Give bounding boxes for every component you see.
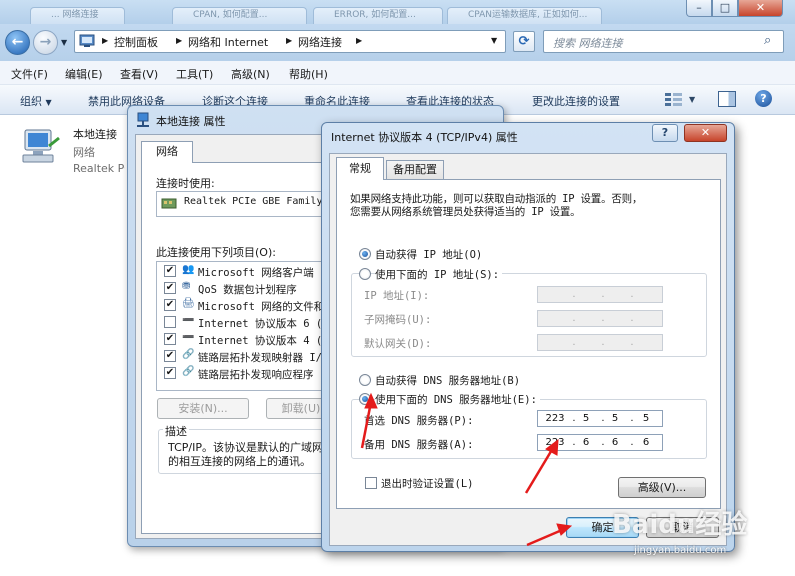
watermark-logo: Baidu经验 [612, 510, 748, 540]
watermark-url: jingyan.baidu.com [634, 545, 727, 556]
arrow-to-ok-button [526, 523, 573, 547]
arrow-to-alternate-dns [524, 438, 559, 494]
annotation-arrows [360, 392, 573, 547]
tab-general[interactable]: 常规 [336, 157, 384, 180]
arrow-to-manual-dns [360, 392, 378, 449]
tab-network[interactable]: 网络 [141, 141, 193, 163]
